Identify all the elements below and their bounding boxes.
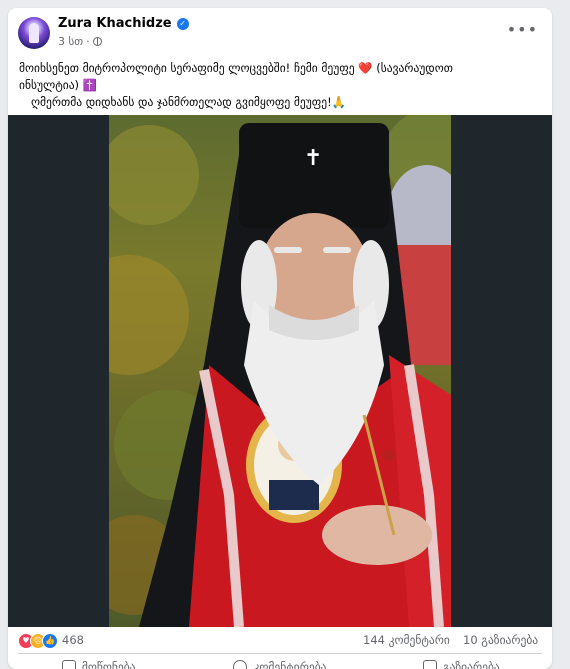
thumbs-up-icon [61,660,76,669]
post-card: Zura Khachidze ✓ 3 სთ · ••• მოიხსენეთ მი… [8,8,552,669]
share-label: გაზიარება [442,660,500,669]
post-photo[interactable]: ✝ [109,115,451,627]
comments-count[interactable]: 144 კომენტარი [363,633,450,647]
like-button[interactable]: მოწონება [8,654,189,669]
comment-button[interactable]: კომენტირება [189,654,370,669]
author-name[interactable]: Zura Khachidze [58,16,172,31]
hat-cross-icon: ✝ [304,146,322,171]
post-text-line-1: მოიხსენეთ მიტროპოლიტი სერაფიმე ლოცვებში!… [19,61,453,75]
reaction-count[interactable]: 468 [62,633,84,647]
avatar-figure [29,23,39,43]
share-arrow-icon [422,660,437,669]
shares-count[interactable]: 10 გაზიარება [463,633,538,647]
post-text: მოიხსენეთ მიტროპოლიტი სერაფიმე ლოცვებში!… [19,60,539,111]
verified-badge-icon: ✓ [176,17,189,30]
reactions-bar: ♥ ☹ 👍 468 144 კომენტარი 10 გაზიარება [8,627,552,653]
like-label: მოწონება [81,660,136,669]
post-photo-frame[interactable]: ✝ [8,115,552,627]
comment-bubble-icon [233,660,248,669]
post-header: Zura Khachidze ✓ 3 სთ · ••• [8,8,552,56]
photo-illustration: ✝ [109,115,451,627]
more-options-icon[interactable]: ••• [507,22,538,38]
globe-icon [92,37,102,46]
post-text-line-2: ინსულტია) ✝️ [19,78,97,92]
post-time[interactable]: 3 სთ [58,35,83,48]
meta-separator: · [86,35,90,48]
share-button[interactable]: გაზიარება [371,654,552,669]
post-meta: 3 სთ · [58,35,102,48]
like-reaction-icon: 👍 [42,633,58,649]
action-bar: მოწონება კომენტირება გაზიარება [8,654,552,669]
post-text-line-3: ღმერთმა დიდხანს და ჯანმრთელად გვიმყოფე მ… [31,95,346,109]
author-name-row: Zura Khachidze ✓ [58,16,189,31]
reaction-icons[interactable]: ♥ ☹ 👍 [18,633,58,649]
comment-label: კომენტირება [253,660,327,669]
avatar[interactable] [18,17,50,49]
